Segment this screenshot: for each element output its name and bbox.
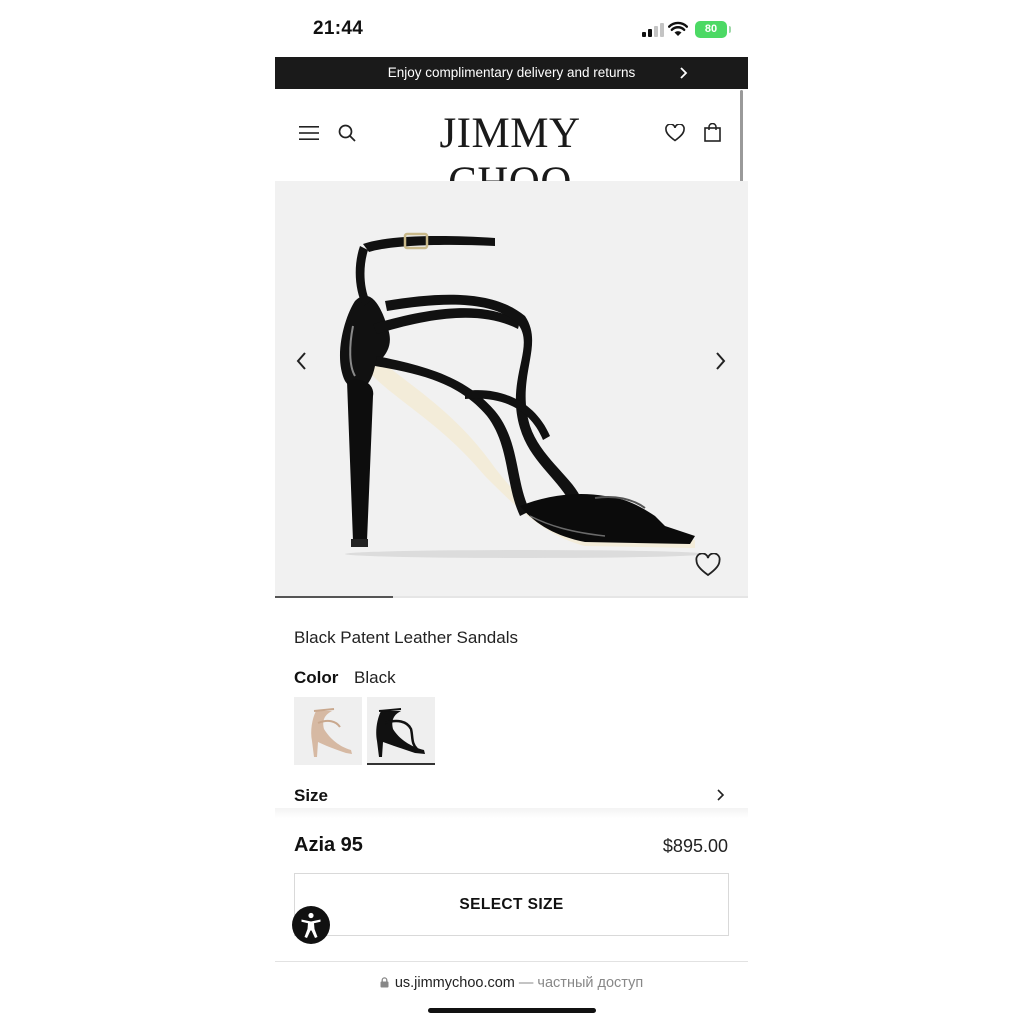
chevron-right-icon[interactable] <box>715 788 725 802</box>
status-bar: 21:44 80 <box>275 0 748 57</box>
url-domain: us.jimmychoo.com <box>394 975 515 991</box>
color-label: Color <box>294 668 339 687</box>
browser-bar-separator <box>275 961 748 962</box>
carousel-progress-track <box>275 596 748 598</box>
heart-icon[interactable] <box>665 124 685 142</box>
sticky-panel-divider <box>275 808 748 818</box>
wifi-icon <box>668 21 688 36</box>
select-size-button[interactable]: SELECT SIZE <box>294 873 729 936</box>
previous-image-arrow-icon[interactable] <box>295 351 309 371</box>
promo-banner[interactable]: Enjoy complimentary delivery and returns <box>275 57 748 89</box>
hamburger-icon[interactable] <box>299 125 319 141</box>
color-swatch-black[interactable] <box>367 697 435 765</box>
browser-address-bar[interactable]: us.jimmychoo.com — частный доступ <box>275 975 748 991</box>
phone-screen: 21:44 80 Enjoy complimentary delivery an… <box>275 0 748 1024</box>
signal-icon <box>642 23 664 37</box>
color-swatch-nude[interactable] <box>294 697 362 765</box>
size-label[interactable]: Size <box>294 786 328 806</box>
product-price: $895.00 <box>662 836 728 856</box>
shopping-bag-icon[interactable] <box>704 123 721 142</box>
carousel-progress-active <box>275 596 394 598</box>
battery-indicator: 80 <box>695 21 731 38</box>
product-image-carousel[interactable] <box>275 181 748 597</box>
home-indicator[interactable] <box>428 1008 596 1013</box>
accessibility-icon <box>301 912 321 938</box>
search-icon[interactable] <box>338 124 356 142</box>
next-image-arrow-icon[interactable] <box>713 351 727 371</box>
chevron-right-icon <box>680 67 688 79</box>
accessibility-button[interactable] <box>292 906 330 944</box>
product-model-name: Azia 95 <box>294 834 363 856</box>
product-name: Black Patent Leather Sandals <box>294 628 518 647</box>
status-time: 21:44 <box>313 18 364 39</box>
color-value: Black <box>354 668 396 687</box>
lock-icon <box>380 977 389 988</box>
product-image <box>339 232 705 558</box>
private-browsing-label: — частный доступ <box>518 975 644 991</box>
add-to-wishlist-heart-icon[interactable] <box>695 553 721 577</box>
site-header: JIMMY CHOO <box>275 89 748 206</box>
